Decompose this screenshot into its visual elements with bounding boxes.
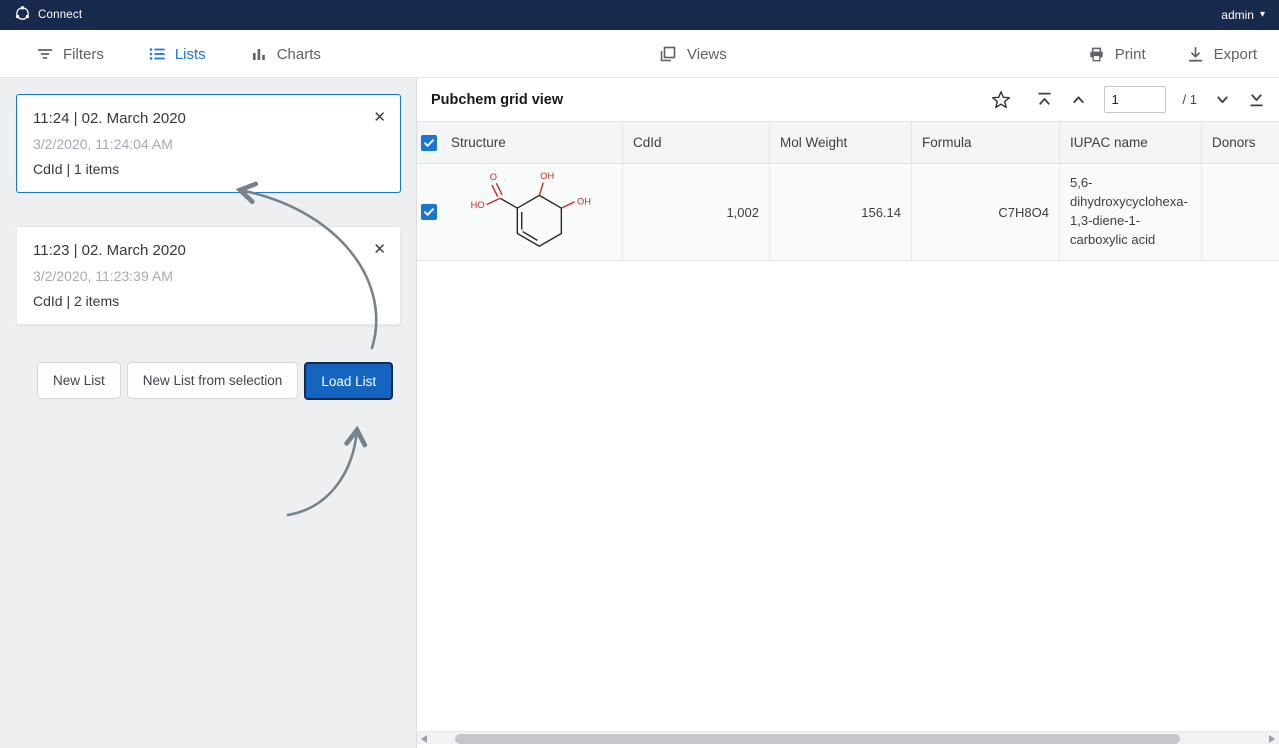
charts-label: Charts <box>277 46 321 63</box>
scrollbar-left-arrow[interactable] <box>421 735 427 743</box>
cell-mol-weight: 156.14 <box>770 164 912 260</box>
user-menu[interactable]: admin ▾ <box>1221 8 1265 22</box>
atom-label-oh-right: OH <box>577 197 591 207</box>
export-button[interactable]: Export <box>1186 30 1257 78</box>
cell-donors <box>1202 164 1279 260</box>
list-card[interactable]: ✕ 11:23 | 02. March 2020 3/2/2020, 11:23… <box>16 226 401 325</box>
arrow-to-load-list-button <box>288 430 357 515</box>
lists-tab[interactable]: Lists <box>148 30 206 78</box>
cell-iupac-name: 5,6-dihydroxycyclohexa-1,3-diene-1-carbo… <box>1060 164 1202 260</box>
list-card-meta: CdId | 2 items <box>33 293 384 309</box>
print-icon <box>1087 45 1106 64</box>
charts-tab[interactable]: Charts <box>250 30 321 78</box>
atom-label-oh-top: OH <box>540 171 554 181</box>
list-card-title: 11:24 | 02. March 2020 <box>33 110 384 127</box>
brand: Connect <box>14 5 82 25</box>
list-card-timestamp: 3/2/2020, 11:24:04 AM <box>33 136 384 152</box>
grid-title: Pubchem grid view <box>431 92 563 108</box>
views-icon <box>658 44 678 64</box>
structure-cell: O HO OH OH <box>441 164 623 260</box>
grid-panel: Pubchem grid view / 1 <box>417 78 1279 748</box>
export-download-icon <box>1186 45 1205 64</box>
top-navbar: Connect admin ▾ <box>0 0 1279 30</box>
list-card-selected[interactable]: ✕ 11:24 | 02. March 2020 3/2/2020, 11:24… <box>16 94 401 193</box>
row-checkbox[interactable] <box>421 204 437 220</box>
page-number-input[interactable] <box>1104 86 1166 113</box>
user-name: admin <box>1221 8 1254 22</box>
brand-label: Connect <box>38 9 82 21</box>
atom-label-o: O <box>489 172 496 182</box>
print-label: Print <box>1115 46 1146 63</box>
row-select-cell <box>417 164 441 260</box>
molecule-structure-image: O HO OH OH <box>446 167 618 257</box>
scrollbar-right-arrow[interactable] <box>1269 735 1275 743</box>
scroll-to-bottom-icon[interactable] <box>1248 91 1265 108</box>
lists-label: Lists <box>175 46 206 63</box>
load-list-button[interactable]: Load List <box>304 362 393 400</box>
column-header-structure[interactable]: Structure <box>441 122 623 163</box>
close-icon[interactable]: ✕ <box>373 240 386 258</box>
grid-column-headers: Structure CdId Mol Weight Formula IUPAC … <box>417 121 1279 164</box>
column-header-donors[interactable]: Donors <box>1202 122 1279 163</box>
filter-icon <box>36 45 54 63</box>
page-down-icon[interactable] <box>1214 91 1231 108</box>
cell-formula: C7H8O4 <box>912 164 1060 260</box>
new-list-button[interactable]: New List <box>37 362 121 399</box>
page-up-icon[interactable] <box>1070 91 1087 108</box>
export-label: Export <box>1214 46 1257 63</box>
list-actions: New List New List from selection Load Li… <box>37 362 393 400</box>
close-icon[interactable]: ✕ <box>373 108 386 126</box>
list-card-title: 11:23 | 02. March 2020 <box>33 242 384 259</box>
column-header-cdid[interactable]: CdId <box>623 122 770 163</box>
favorite-star-icon[interactable] <box>990 89 1012 111</box>
list-card-timestamp: 3/2/2020, 11:23:39 AM <box>33 268 384 284</box>
views-button[interactable]: Views <box>658 30 727 78</box>
toolbar: Filters Lists <box>0 30 1279 78</box>
lists-panel: ✕ 11:24 | 02. March 2020 3/2/2020, 11:24… <box>0 78 417 748</box>
grid-header: Pubchem grid view / 1 <box>417 78 1279 121</box>
connect-logo-icon <box>14 5 31 25</box>
list-icon <box>148 45 166 63</box>
column-header-mol-weight[interactable]: Mol Weight <box>770 122 912 163</box>
grid-controls: / 1 <box>990 78 1265 121</box>
print-button[interactable]: Print <box>1087 30 1146 78</box>
filters-label: Filters <box>63 46 104 63</box>
filters-tab[interactable]: Filters <box>36 30 104 78</box>
new-list-from-selection-button[interactable]: New List from selection <box>127 362 299 399</box>
page-total: / 1 <box>1183 92 1197 107</box>
select-all-cell <box>417 122 441 163</box>
select-all-checkbox[interactable] <box>421 135 437 151</box>
atom-label-ho: HO <box>470 200 484 210</box>
column-header-iupac-name[interactable]: IUPAC name <box>1060 122 1202 163</box>
table-row[interactable]: O HO OH OH 1,002 156.14 C7H8O4 5,6-dihyd… <box>417 164 1279 261</box>
app-window: Connect admin ▾ Filters Li <box>0 0 1279 748</box>
horizontal-scrollbar[interactable] <box>417 731 1279 744</box>
caret-down-icon: ▾ <box>1260 10 1265 20</box>
bar-chart-icon <box>250 45 268 63</box>
list-card-meta: CdId | 1 items <box>33 161 384 177</box>
column-header-formula[interactable]: Formula <box>912 122 1060 163</box>
cell-cdid: 1,002 <box>623 164 770 260</box>
scroll-to-top-icon[interactable] <box>1036 91 1053 108</box>
views-label: Views <box>687 46 727 63</box>
scrollbar-thumb[interactable] <box>455 734 1180 744</box>
